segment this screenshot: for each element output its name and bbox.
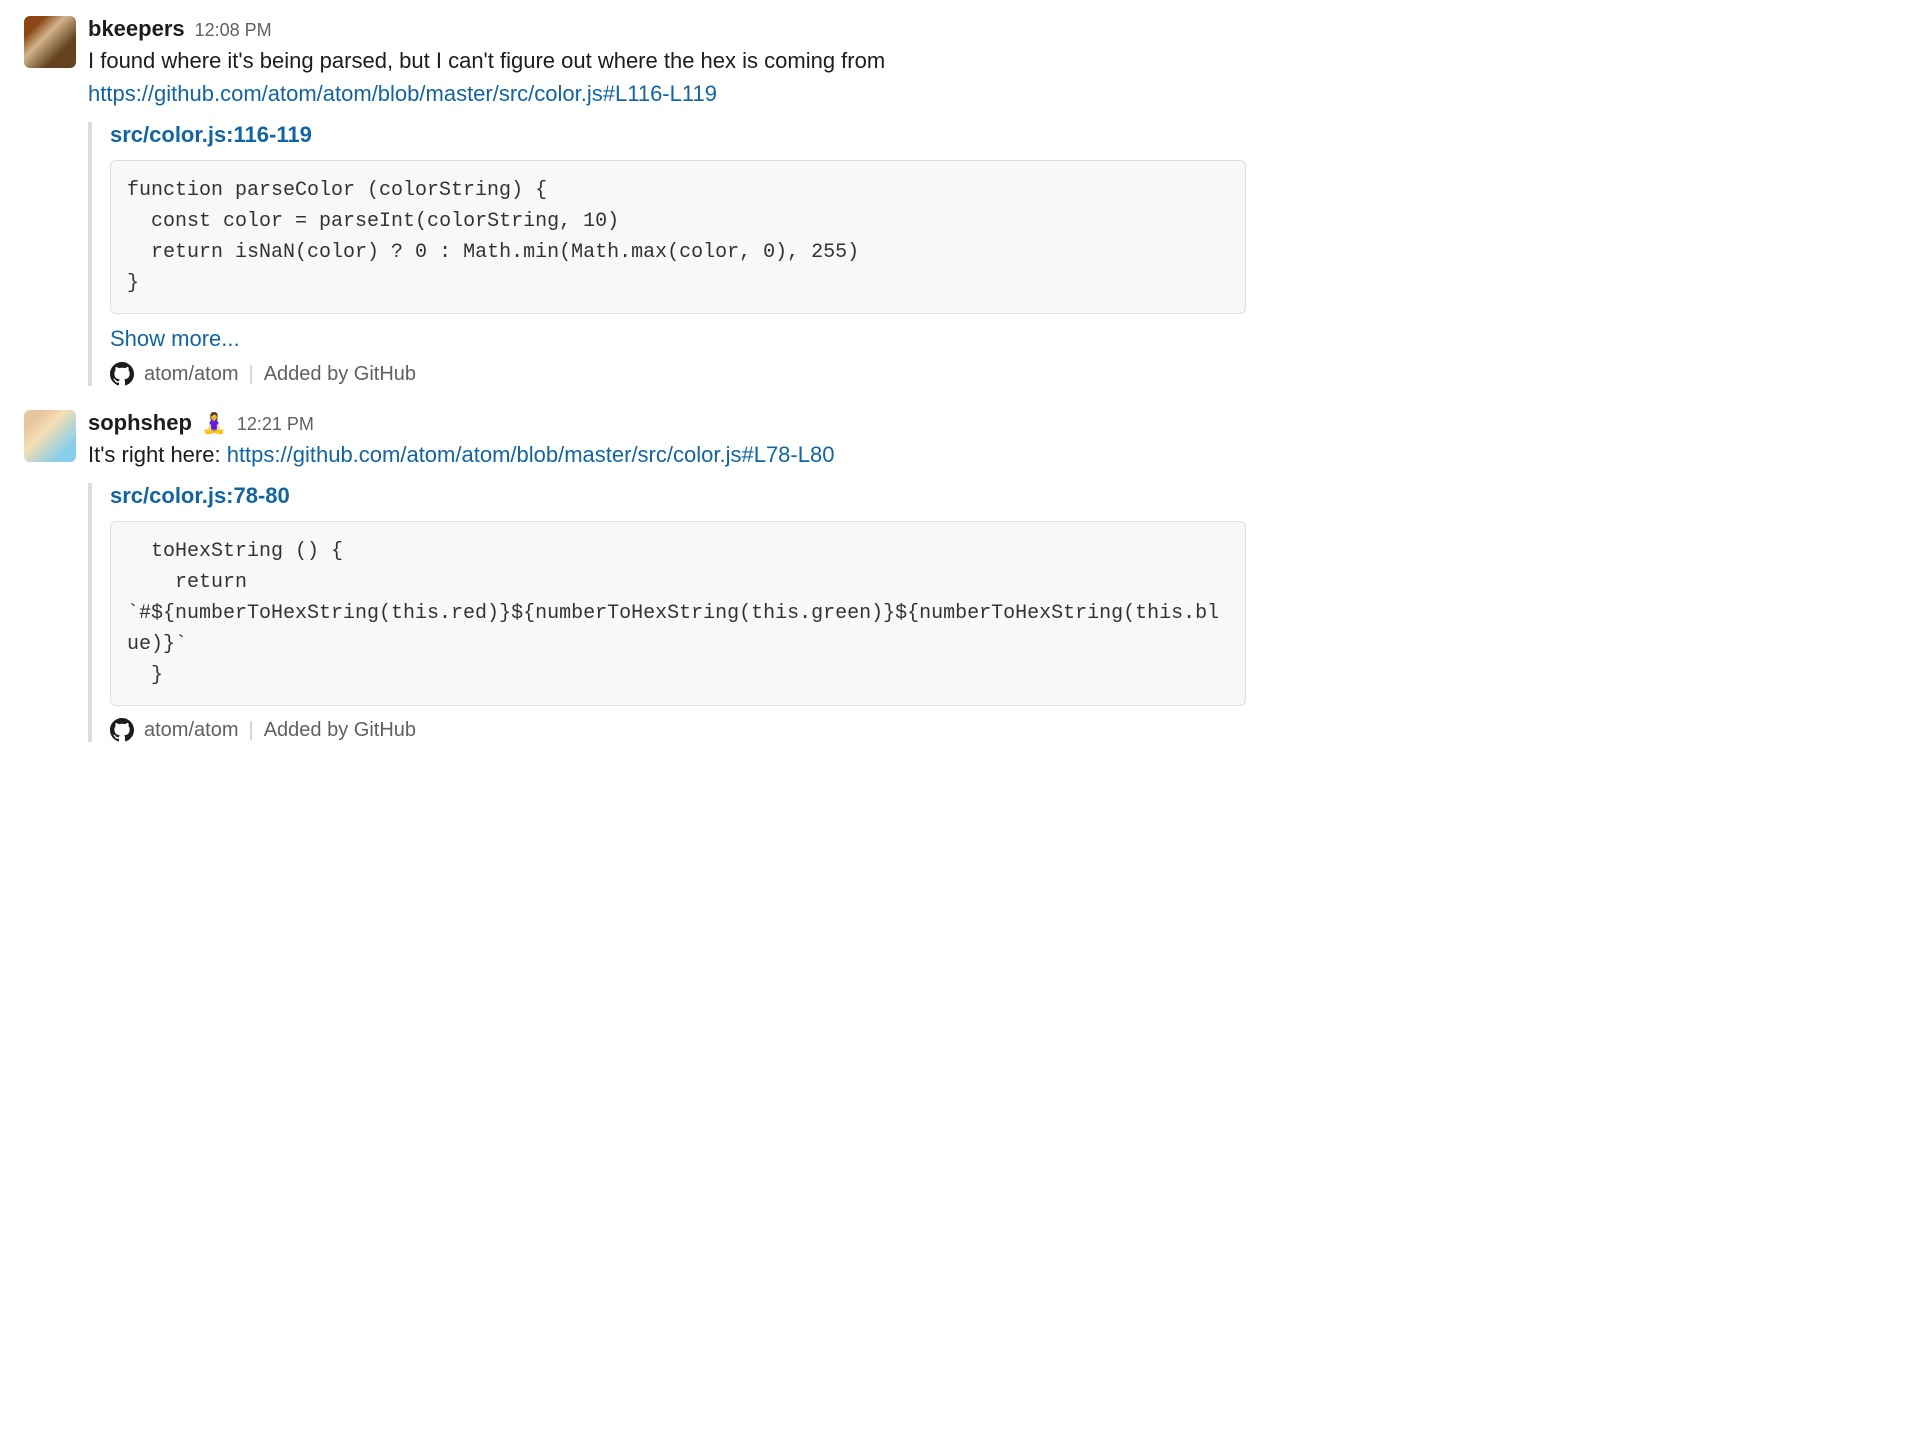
attachment-footer: atom/atom | Added by GitHub bbox=[110, 718, 1246, 742]
message-content: sophshep 🧘‍♀️ 12:21 PM It's right here: … bbox=[88, 410, 1246, 742]
message-header: sophshep 🧘‍♀️ 12:21 PM bbox=[88, 410, 1246, 436]
message-header: bkeepers 12:08 PM bbox=[88, 16, 1246, 42]
message-link[interactable]: https://github.com/atom/atom/blob/master… bbox=[88, 81, 717, 106]
message-content: bkeepers 12:08 PM I found where it's bei… bbox=[88, 16, 1246, 386]
avatar[interactable] bbox=[24, 410, 76, 462]
attachment-title[interactable]: src/color.js:116-119 bbox=[110, 122, 1246, 148]
repo-name[interactable]: atom/atom bbox=[144, 363, 238, 386]
message-text: I found where it's being parsed, but I c… bbox=[88, 44, 1246, 110]
footer-divider: | bbox=[248, 363, 253, 386]
github-icon bbox=[110, 362, 134, 386]
added-by-text: Added by GitHub bbox=[264, 719, 416, 742]
attachment-title[interactable]: src/color.js:78-80 bbox=[110, 483, 1246, 509]
repo-name[interactable]: atom/atom bbox=[144, 719, 238, 742]
attachment: src/color.js:116-119 function parseColor… bbox=[88, 122, 1246, 386]
added-by-text: Added by GitHub bbox=[264, 363, 416, 386]
timestamp[interactable]: 12:08 PM bbox=[195, 20, 272, 41]
timestamp[interactable]: 12:21 PM bbox=[237, 414, 314, 435]
show-more-link[interactable]: Show more... bbox=[110, 326, 1246, 352]
code-block: function parseColor (colorString) { cons… bbox=[110, 160, 1246, 314]
avatar[interactable] bbox=[24, 16, 76, 68]
message-text: It's right here: https://github.com/atom… bbox=[88, 438, 1246, 471]
github-icon bbox=[110, 718, 134, 742]
attachment: src/color.js:78-80 toHexString () { retu… bbox=[88, 483, 1246, 742]
code-block: toHexString () { return `#${numberToHexS… bbox=[110, 521, 1246, 706]
message-link[interactable]: https://github.com/atom/atom/blob/master… bbox=[227, 442, 835, 467]
message-text-prefix: I found where it's being parsed, but I c… bbox=[88, 48, 885, 73]
message-text-prefix: It's right here: bbox=[88, 442, 227, 467]
status-emoji[interactable]: 🧘‍♀️ bbox=[202, 414, 227, 434]
author-name[interactable]: bkeepers bbox=[88, 16, 185, 42]
footer-divider: | bbox=[248, 719, 253, 742]
author-name[interactable]: sophshep bbox=[88, 410, 192, 436]
message-item: bkeepers 12:08 PM I found where it's bei… bbox=[24, 16, 1246, 386]
attachment-footer: atom/atom | Added by GitHub bbox=[110, 362, 1246, 386]
message-item: sophshep 🧘‍♀️ 12:21 PM It's right here: … bbox=[24, 410, 1246, 742]
